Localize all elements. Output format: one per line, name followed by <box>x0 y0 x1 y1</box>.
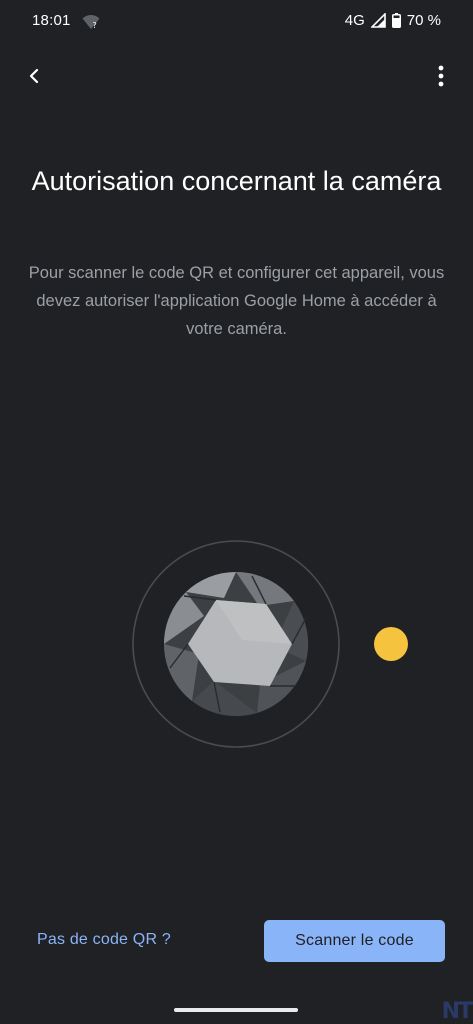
accent-dot <box>374 627 408 661</box>
more-options-button[interactable] <box>421 56 461 96</box>
back-button[interactable] <box>14 56 54 96</box>
watermark-logo: NT <box>441 999 473 1024</box>
no-qr-code-link[interactable]: Pas de code QR ? <box>37 931 171 949</box>
page-description: Pour scanner le code QR et configurer ce… <box>28 264 445 338</box>
app-bar <box>0 52 473 100</box>
chevron-left-icon <box>29 68 39 84</box>
status-indicators: 4G 70 % <box>345 12 441 29</box>
wifi-unknown-icon: ? <box>82 15 100 30</box>
signal-icon <box>370 13 386 28</box>
battery-level: 70 % <box>406 12 441 29</box>
network-type: 4G <box>344 12 365 29</box>
battery-icon <box>391 13 401 28</box>
scan-code-button[interactable]: Scanner le code <box>264 920 445 962</box>
camera-lens-icon <box>132 540 408 748</box>
more-vert-icon <box>438 65 444 87</box>
status-bar: 18:01 ? 4G 70 % <box>0 0 473 44</box>
gesture-navigation-handle[interactable] <box>174 1008 298 1012</box>
bottom-bar: Pas de code QR ? Scanner le code <box>0 920 473 962</box>
status-time: 18:01 <box>32 12 71 29</box>
page-title: Autorisation concernant la caméra <box>31 166 442 196</box>
svg-text:?: ? <box>93 21 97 30</box>
